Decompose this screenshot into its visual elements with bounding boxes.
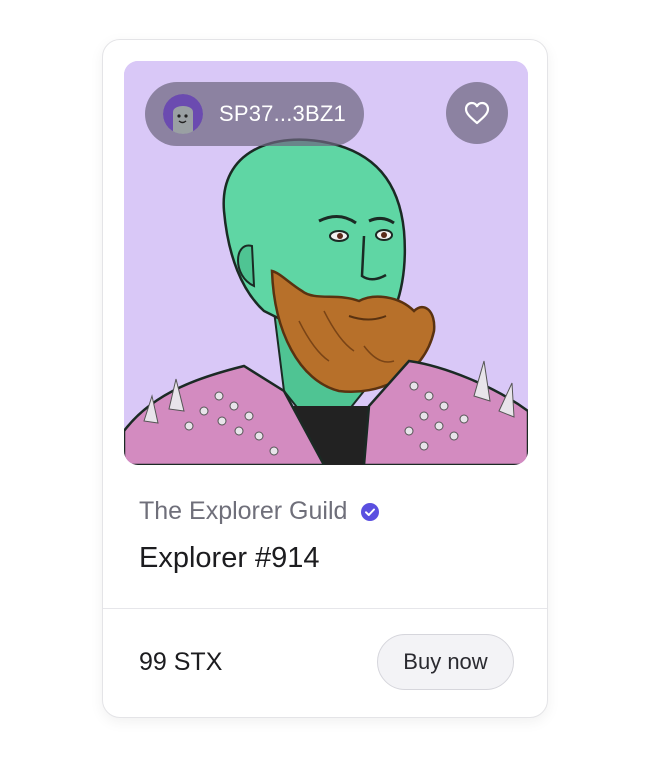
price-label: 99 STX bbox=[139, 648, 223, 676]
verified-badge-icon bbox=[361, 502, 380, 521]
item-title[interactable]: Explorer #914 bbox=[139, 542, 320, 575]
buy-now-button[interactable]: Buy now bbox=[377, 634, 514, 690]
owner-pill[interactable]: SP37...3BZ1 bbox=[145, 82, 364, 146]
collection-row[interactable]: The Explorer Guild bbox=[139, 497, 380, 526]
heart-icon bbox=[464, 101, 490, 125]
nft-artwork[interactable]: SP37...3BZ1 bbox=[124, 61, 528, 465]
divider bbox=[103, 608, 547, 609]
nft-card[interactable]: SP37...3BZ1 The Explorer Guild Explorer … bbox=[102, 39, 548, 718]
collection-name[interactable]: The Explorer Guild bbox=[139, 497, 347, 526]
ghost-avatar-icon bbox=[163, 94, 203, 134]
favorite-button[interactable] bbox=[446, 82, 508, 144]
owner-address: SP37...3BZ1 bbox=[219, 101, 346, 126]
